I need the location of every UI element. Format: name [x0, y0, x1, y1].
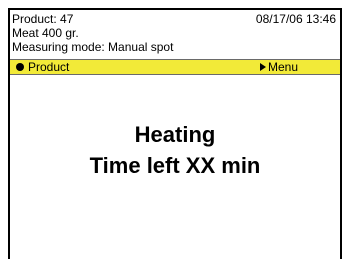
- menu-softkey-label: Menu: [268, 60, 299, 74]
- product-number: Product: 47: [12, 12, 74, 26]
- menu-softkey[interactable]: Menu: [260, 60, 298, 74]
- softkey-bar: Product Menu: [10, 59, 340, 75]
- product-softkey-label: Product: [28, 60, 70, 74]
- time-left-message: Time left XX min: [89, 153, 261, 178]
- device-screen: Product: 47 Meat 400 gr. Measuring mode:…: [8, 8, 342, 259]
- main-display: Heating Time left XX min: [10, 75, 340, 259]
- filled-circle-icon: [16, 63, 24, 71]
- triangle-right-icon: [260, 63, 266, 71]
- header: Product: 47 Meat 400 gr. Measuring mode:…: [10, 10, 340, 61]
- product-description: Meat 400 gr.: [12, 26, 79, 40]
- product-softkey[interactable]: Product: [16, 60, 69, 74]
- measuring-mode: Measuring mode: Manual spot: [12, 40, 174, 54]
- datetime: 08/17/06 13:46: [255, 12, 336, 26]
- status-message: Heating: [134, 122, 216, 147]
